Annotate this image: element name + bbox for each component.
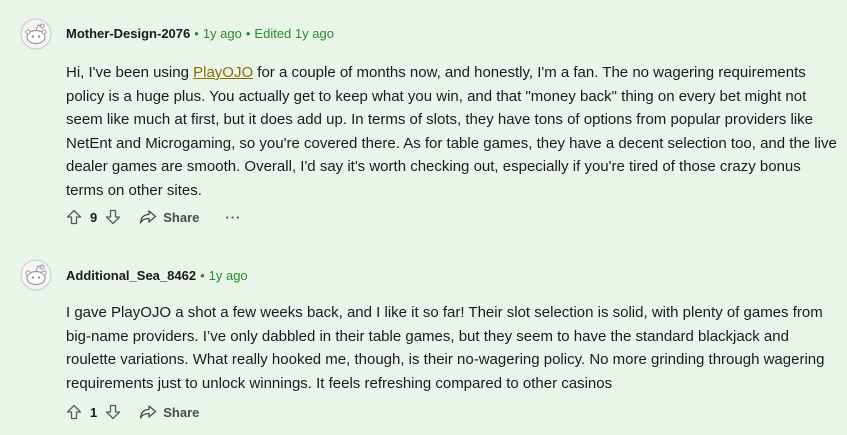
comment-header: Mother-Design-2076 • 1y ago • Edited 1y ago xyxy=(66,26,334,42)
separator-dot: • xyxy=(200,268,205,283)
downvote-arrow-icon[interactable] xyxy=(105,209,121,225)
more-options-button[interactable]: ··· xyxy=(225,210,241,225)
comment-text: for a couple of months now, and honestly… xyxy=(66,64,837,199)
vote-count: 9 xyxy=(90,209,98,225)
downvote-arrow-icon[interactable] xyxy=(105,404,121,420)
author-name[interactable]: Mother-Design-2076 xyxy=(66,26,190,41)
share-label: Share xyxy=(163,209,200,225)
upvote-arrow-icon[interactable] xyxy=(66,209,82,225)
share-arrow-icon xyxy=(140,405,157,419)
upvote-arrow-icon[interactable] xyxy=(66,404,82,420)
share-label: Share xyxy=(163,404,200,420)
share-arrow-icon xyxy=(140,210,157,224)
comment-body: Hi, I've been using PlayOJO for a couple… xyxy=(66,61,841,203)
comment-actions: 9 Share ··· xyxy=(66,205,241,229)
separator-dot: • xyxy=(245,26,251,41)
separator-dot: • xyxy=(194,26,199,41)
playojo-link[interactable]: PlayOJO xyxy=(193,64,253,81)
snoo-avatar-icon[interactable] xyxy=(20,18,52,50)
comment-header: Additional_Sea_8462 • 1y ago xyxy=(66,268,248,284)
edited-label: Edited 1y ago xyxy=(254,26,334,41)
comment-body: I gave PlayOJO a shot a few weeks back, … xyxy=(66,304,825,392)
author-name[interactable]: Additional_Sea_8462 xyxy=(66,268,196,283)
share-button[interactable]: Share xyxy=(139,209,199,225)
snoo-avatar-icon[interactable] xyxy=(20,259,52,291)
vote-count: 1 xyxy=(90,404,98,420)
comment-text: Hi, I've been using xyxy=(66,64,194,81)
comment-age[interactable]: 1y ago xyxy=(209,268,248,283)
comment-actions: 1 Share xyxy=(66,400,199,424)
share-button[interactable]: Share xyxy=(139,404,199,420)
comment-age[interactable]: 1y ago xyxy=(203,26,242,41)
